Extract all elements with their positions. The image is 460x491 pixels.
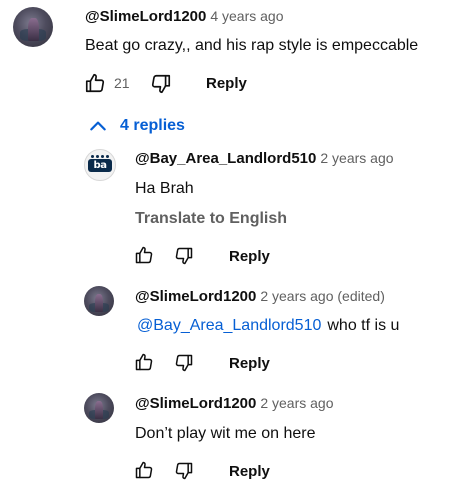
- reply-button[interactable]: Reply: [229, 248, 270, 265]
- reply-button[interactable]: Reply: [206, 75, 247, 92]
- reply-author[interactable]: @SlimeLord1200: [135, 395, 256, 412]
- comment-header: @SlimeLord1200 4 years ago: [85, 8, 284, 25]
- thumbs-up-icon[interactable]: [134, 352, 154, 372]
- avatar[interactable]: [84, 286, 114, 316]
- comment-time[interactable]: 4 years ago: [210, 8, 283, 24]
- reply-button[interactable]: Reply: [229, 355, 270, 372]
- thumbs-down-icon[interactable]: [174, 246, 194, 266]
- mention-link[interactable]: @Bay_Area_Landlord510: [137, 317, 321, 334]
- thumbs-up-icon[interactable]: [134, 245, 154, 265]
- thumbs-up-icon[interactable]: [134, 460, 154, 480]
- replies-toggle[interactable]: 4 replies: [88, 114, 185, 138]
- avatar[interactable]: [13, 7, 53, 47]
- reply-text: Ha Brah: [135, 180, 194, 197]
- reply-time[interactable]: 2 years ago: [320, 150, 393, 166]
- avatar[interactable]: [84, 393, 114, 423]
- thumbs-down-icon[interactable]: [174, 461, 194, 481]
- avatar-image-figure: [95, 401, 104, 419]
- reply-text: @Bay_Area_Landlord510 who tf is u: [135, 317, 399, 335]
- reply-text: Don’t play wit me on here: [135, 425, 316, 442]
- reply-author[interactable]: @SlimeLord1200: [135, 288, 256, 305]
- avatar[interactable]: ba: [84, 149, 116, 181]
- avatar-image-figure: [95, 294, 104, 312]
- comment-author[interactable]: @SlimeLord1200: [85, 8, 206, 25]
- thumbs-down-icon[interactable]: [174, 353, 194, 373]
- avatar-logo-dots: [91, 155, 109, 158]
- reply-header: @SlimeLord1200 2 years ago (edited): [135, 288, 385, 305]
- reply-button[interactable]: Reply: [229, 463, 270, 480]
- thumbs-up-icon[interactable]: [84, 72, 106, 94]
- avatar-image-figure: [28, 18, 39, 42]
- replies-toggle-label: 4 replies: [120, 117, 185, 134]
- reply-time[interactable]: 2 years ago (edited): [260, 288, 385, 304]
- avatar-logo-text: ba: [88, 159, 112, 172]
- like-count: 21: [114, 75, 130, 91]
- reply-header: @SlimeLord1200 2 years ago: [135, 395, 334, 412]
- reply-author[interactable]: @Bay_Area_Landlord510: [135, 150, 316, 167]
- translate-button[interactable]: Translate to English: [135, 210, 287, 228]
- reply-header: @Bay_Area_Landlord510 2 years ago: [135, 150, 394, 167]
- comment-text: Beat go crazy,, and his rap style is emp…: [85, 37, 419, 54]
- reply-time[interactable]: 2 years ago: [260, 395, 333, 411]
- thumbs-down-icon[interactable]: [150, 73, 172, 95]
- chevron-up-icon: [88, 116, 108, 136]
- reply-text-body: who tf is u: [327, 317, 400, 334]
